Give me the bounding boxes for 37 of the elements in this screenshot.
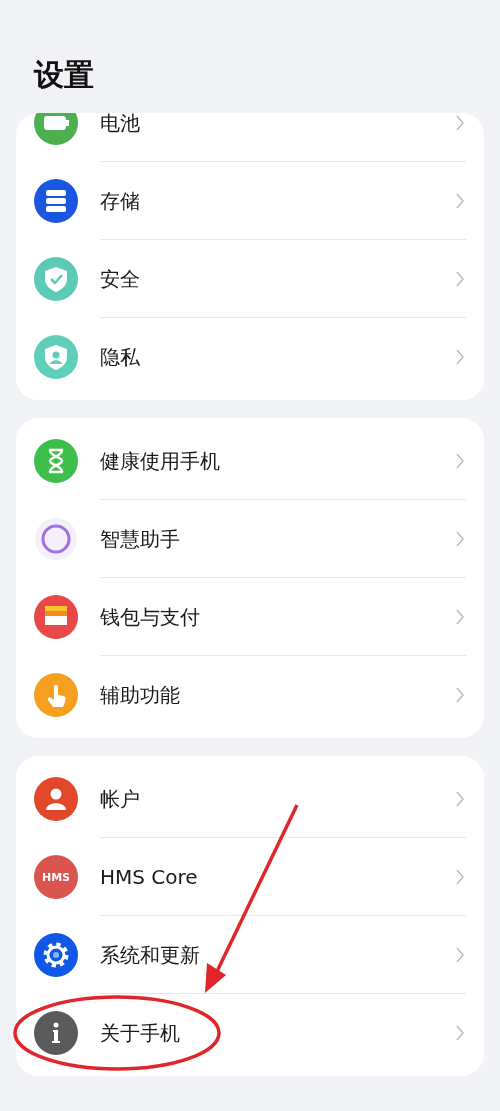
chevron-icon bbox=[455, 114, 465, 132]
chevron-icon bbox=[455, 192, 465, 210]
hourglass-icon bbox=[34, 439, 78, 483]
setting-label[interactable]: 系统和更新 bbox=[100, 941, 455, 969]
setting-label[interactable]: HMS Core bbox=[100, 865, 455, 889]
setting-label[interactable]: 帐户 bbox=[100, 785, 455, 813]
chevron-icon bbox=[455, 270, 465, 288]
chevron-icon bbox=[455, 608, 465, 626]
setting-label[interactable]: 电池 bbox=[100, 113, 455, 137]
privacy-icon bbox=[34, 335, 78, 379]
setting-label[interactable]: 钱包与支付 bbox=[100, 603, 455, 631]
setting-label[interactable]: 健康使用手机 bbox=[100, 447, 455, 475]
chevron-icon bbox=[455, 686, 465, 704]
chevron-icon bbox=[455, 530, 465, 548]
chevron-icon bbox=[455, 790, 465, 808]
chevron-icon bbox=[455, 1024, 465, 1042]
icon-label: HMS bbox=[40, 870, 72, 884]
chevron-icon bbox=[455, 868, 465, 886]
setting-label[interactable]: 隐私 bbox=[100, 343, 455, 371]
wallet-icon bbox=[34, 595, 78, 639]
chevron-icon bbox=[455, 452, 465, 470]
chevron-icon bbox=[455, 348, 465, 366]
info-icon bbox=[34, 1011, 78, 1055]
gear-icon bbox=[34, 933, 78, 977]
hand-icon bbox=[34, 673, 78, 717]
setting-label[interactable]: 辅助功能 bbox=[100, 681, 455, 709]
setting-label[interactable]: 安全 bbox=[100, 265, 455, 293]
text-icon bbox=[34, 855, 78, 899]
page-title: 设置 bbox=[32, 56, 95, 94]
person-icon bbox=[34, 777, 78, 821]
shield-icon bbox=[34, 257, 78, 301]
ring-icon bbox=[34, 517, 78, 561]
setting-label[interactable]: 智慧助手 bbox=[100, 525, 455, 553]
chevron-icon bbox=[455, 946, 465, 964]
setting-label[interactable]: 存储 bbox=[100, 187, 455, 215]
setting-label[interactable]: 关于手机 bbox=[100, 1019, 455, 1047]
storage-icon bbox=[34, 179, 78, 223]
